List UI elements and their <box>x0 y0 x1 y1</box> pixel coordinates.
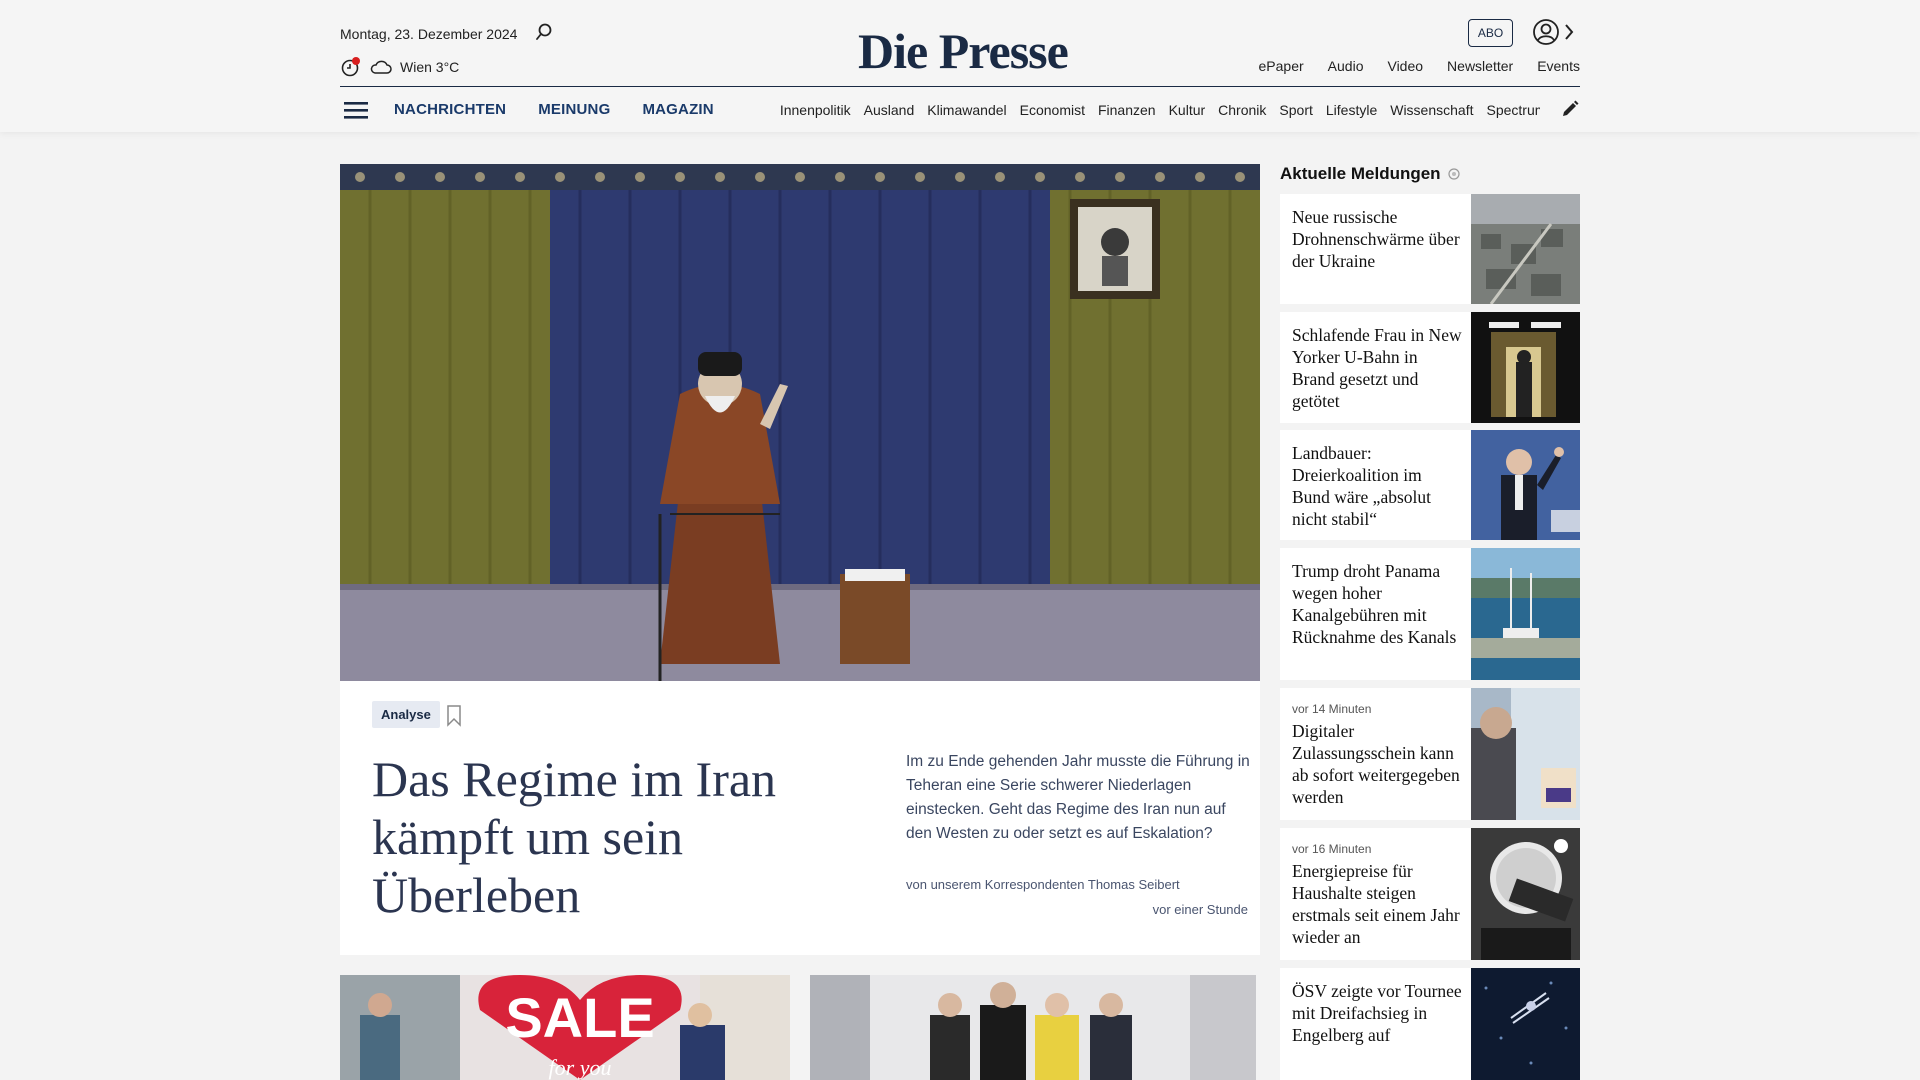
hero-timestamp: vor einer Stunde <box>1152 902 1248 917</box>
nav-magazin[interactable]: MAGAZIN <box>642 101 713 118</box>
nav-economist[interactable]: Economist <box>1020 102 1085 118</box>
weather-text: Wien 3°C <box>400 59 460 75</box>
nav-lifestyle[interactable]: Lifestyle <box>1326 102 1377 118</box>
nav-sport[interactable]: Sport <box>1279 102 1312 118</box>
hero-teaser: Im zu Ende gehenden Jahr musste die Führ… <box>906 753 1250 842</box>
news-timestamp: vor 14 Minuten <box>1292 702 1372 716</box>
nav-finanzen[interactable]: Finanzen <box>1098 102 1156 118</box>
news-title[interactable]: Schlafende Frau in New Yorker U-Bahn in … <box>1292 324 1464 412</box>
top-links: ePaper Audio Video Newsletter Events <box>1259 58 1580 74</box>
abo-button[interactable]: ABO <box>1468 19 1513 47</box>
news-item[interactable]: ÖSV zeigte vor Tournee mit Dreifachsieg … <box>1280 968 1580 1080</box>
nav-subsections: Innenpolitik Ausland Klimawandel Economi… <box>780 102 1540 118</box>
nav-klimawandel[interactable]: Klimawandel <box>927 102 1006 118</box>
nav-kultur[interactable]: Kultur <box>1169 102 1206 118</box>
news-thumbnail[interactable] <box>1471 194 1580 304</box>
news-title[interactable]: Energiepreise für Haushalte steigen erst… <box>1292 860 1464 948</box>
sidebar-title-text: Aktuelle Meldungen <box>1280 164 1441 183</box>
news-thumbnail[interactable] <box>1471 430 1580 540</box>
link-audio[interactable]: Audio <box>1328 58 1364 74</box>
hero-article[interactable]: Analyse Das Regime im Iran kämpft um sei… <box>340 164 1260 955</box>
link-video[interactable]: Video <box>1387 58 1423 74</box>
hero-image[interactable] <box>340 164 1260 681</box>
live-pulse-icon <box>1447 168 1460 180</box>
hamburger-menu-icon[interactable] <box>344 100 368 120</box>
sidebar-title: Aktuelle Meldungen <box>1280 164 1461 184</box>
news-thumbnail[interactable] <box>1471 968 1580 1080</box>
nav-wissenschaft[interactable]: Wissenschaft <box>1390 102 1473 118</box>
news-item[interactable]: Landbauer: Dreierkoalition im Bund wäre … <box>1280 430 1580 540</box>
nav-nachrichten[interactable]: NACHRICHTEN <box>394 101 506 118</box>
news-thumbnail[interactable] <box>1471 828 1580 960</box>
news-thumbnail[interactable] <box>1471 548 1580 680</box>
news-thumbnail[interactable] <box>1471 312 1580 423</box>
hero-byline: von unserem Korrespondenten Thomas Seibe… <box>906 877 1180 892</box>
user-account-icon[interactable] <box>1532 18 1560 46</box>
news-timestamp: vor 16 Minuten <box>1292 842 1372 856</box>
bookmark-icon[interactable] <box>446 705 462 727</box>
pencil-icon[interactable] <box>1560 99 1580 119</box>
weather-widget[interactable]: Wien 3°C <box>340 56 459 78</box>
news-item[interactable]: Neue russische Drohnenschwärme über der … <box>1280 194 1580 304</box>
link-events[interactable]: Events <box>1537 58 1580 74</box>
hero-headline[interactable]: Das Regime im Iran kämpft um sein Überle… <box>372 750 792 924</box>
sale-subtext: for you <box>549 1055 612 1080</box>
main-navigation: NACHRICHTEN MEINUNG MAGAZIN Innenpolitik… <box>340 86 1580 132</box>
nav-meinung[interactable]: MEINUNG <box>538 101 610 118</box>
search-icon[interactable] <box>534 22 554 42</box>
news-item[interactable]: vor 14 Minuten Digitaler Zulassungsschei… <box>1280 688 1580 820</box>
nav-main-sections: NACHRICHTEN MEINUNG MAGAZIN <box>394 101 714 118</box>
news-title[interactable]: Neue russische Drohnenschwärme über der … <box>1292 206 1464 272</box>
site-header: Montag, 23. Dezember 2024 Wien 3°C Die P… <box>0 0 1920 132</box>
news-title[interactable]: Trump droht Panama wegen hoher Kanalgebü… <box>1292 560 1464 648</box>
link-newsletter[interactable]: Newsletter <box>1447 58 1513 74</box>
nav-innenpolitik[interactable]: Innenpolitik <box>780 102 851 118</box>
news-item[interactable]: Trump droht Panama wegen hoher Kanalgebü… <box>1280 548 1580 680</box>
news-item[interactable]: Schlafende Frau in New Yorker U-Bahn in … <box>1280 312 1580 423</box>
link-epaper[interactable]: ePaper <box>1259 58 1304 74</box>
teaser-image-politicians[interactable] <box>810 975 1256 1080</box>
news-title[interactable]: Landbauer: Dreierkoalition im Bund wäre … <box>1292 442 1464 530</box>
news-item[interactable]: vor 16 Minuten Energiepreise für Haushal… <box>1280 828 1580 960</box>
nav-spectrum[interactable]: Spectrum <box>1486 102 1539 118</box>
cloud-icon <box>370 60 392 74</box>
notification-clock-icon[interactable] <box>340 56 362 78</box>
news-thumbnail[interactable] <box>1471 688 1580 820</box>
sale-text: SALE <box>505 986 654 1049</box>
current-date: Montag, 23. Dezember 2024 <box>340 26 518 42</box>
teaser-image-sale[interactable]: SALE for you <box>340 975 790 1080</box>
category-badge[interactable]: Analyse <box>372 701 440 728</box>
chevron-right-icon[interactable] <box>1563 22 1575 42</box>
news-title[interactable]: Digitaler Zulassungsschein kann ab sofor… <box>1292 720 1464 808</box>
nav-chronik[interactable]: Chronik <box>1218 102 1266 118</box>
site-logo[interactable]: Die Presse <box>858 22 1069 80</box>
nav-ausland[interactable]: Ausland <box>864 102 915 118</box>
news-title[interactable]: ÖSV zeigte vor Tournee mit Dreifachsieg … <box>1292 980 1464 1046</box>
